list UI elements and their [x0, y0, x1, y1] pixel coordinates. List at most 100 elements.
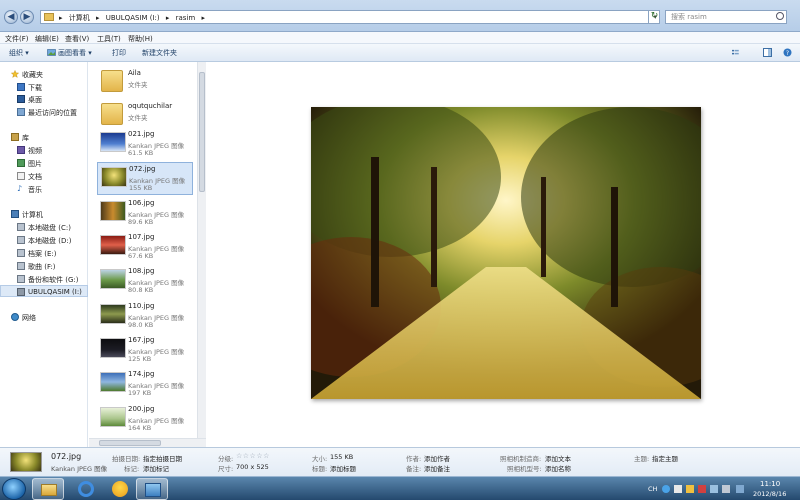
- nav-drive-d[interactable]: 本地磁盘 (D:): [0, 234, 88, 246]
- keyboard-icon[interactable]: [674, 485, 682, 493]
- scrollbar-thumb[interactable]: [99, 440, 161, 446]
- new-folder-button[interactable]: 新建文件夹: [142, 48, 177, 58]
- nav-documents[interactable]: 文档: [0, 170, 88, 182]
- nav-label: 文档: [28, 173, 42, 181]
- organize-button[interactable]: 组织 ▾: [9, 48, 29, 58]
- forward-button[interactable]: ▶: [20, 10, 34, 24]
- breadcrumb-drive[interactable]: UBULQASIM (I:): [106, 14, 160, 22]
- file-size: 125 KB: [128, 355, 152, 363]
- nav-videos[interactable]: 视频: [0, 144, 88, 156]
- menu-edit[interactable]: 编辑(E): [35, 34, 59, 44]
- list-item[interactable]: 072.jpg Kankan JPEG 图像 155 KB: [97, 162, 193, 195]
- list-item[interactable]: 106.jpg Kankan JPEG 图像 89.6 KB: [97, 197, 193, 230]
- comments-value[interactable]: 添加备注: [424, 463, 450, 473]
- file-name: 200.jpg: [128, 405, 155, 413]
- nav-label: 计算机: [22, 211, 43, 219]
- tags-label: 标记:: [124, 465, 140, 473]
- list-item[interactable]: 108.jpg Kankan JPEG 图像 80.8 KB: [97, 265, 193, 298]
- search-input[interactable]: 搜索 rasim: [665, 10, 787, 24]
- nav-label: 音乐: [28, 186, 42, 194]
- author-value[interactable]: 添加作者: [424, 453, 450, 463]
- menu-file[interactable]: 文件(F): [5, 34, 29, 44]
- input-language[interactable]: CH: [648, 485, 657, 493]
- nav-drive-i[interactable]: UBULQASIM (I:): [0, 285, 88, 297]
- rating-label: 分级:: [218, 455, 234, 463]
- nav-music[interactable]: ♪ 音乐: [0, 183, 88, 195]
- action-center-icon[interactable]: [736, 485, 744, 493]
- preview-button[interactable]: 画图看看 ▾: [58, 48, 92, 58]
- tray-app-icon[interactable]: [686, 485, 694, 493]
- nav-desktop[interactable]: 桌面: [0, 93, 88, 105]
- folder-icon: [101, 70, 123, 92]
- drive-icon: [17, 223, 25, 231]
- author-label: 作者:: [406, 455, 422, 463]
- menu-help[interactable]: 帮助(H): [128, 34, 153, 44]
- svg-text:?: ?: [786, 50, 789, 57]
- list-item[interactable]: 200.jpg Kankan JPEG 图像 164 KB: [97, 403, 193, 436]
- dimensions-value: 700 x 525: [236, 463, 269, 471]
- vertical-scrollbar[interactable]: [197, 62, 206, 438]
- network-status-icon[interactable]: [710, 485, 718, 493]
- nav-libraries[interactable]: 库: [0, 131, 88, 143]
- date-taken-value[interactable]: 指定拍摄日期: [143, 453, 182, 463]
- nav-drive-e[interactable]: 档案 (E:): [0, 247, 88, 259]
- start-button[interactable]: [2, 478, 26, 500]
- file-name: 110.jpg: [128, 302, 155, 310]
- nav-favorites[interactable]: 收藏夹: [0, 68, 88, 80]
- preview-pane-icon[interactable]: [763, 48, 772, 57]
- clock-date[interactable]: 2012/8/16: [753, 490, 786, 498]
- clock-time[interactable]: 11:10: [760, 480, 780, 488]
- address-bar[interactable]: ▸ 计算机 ▸ UBULQASIM (I:) ▸ rasim ▸ ▾: [40, 10, 660, 24]
- horizontal-scrollbar[interactable]: [89, 438, 206, 447]
- nav-recent[interactable]: 最近访问的位置: [0, 106, 88, 118]
- taskbar-qq[interactable]: [104, 478, 136, 500]
- title-value[interactable]: 添加标题: [330, 463, 356, 473]
- rating-stars[interactable]: ☆☆☆☆☆: [236, 452, 270, 460]
- list-item[interactable]: 107.jpg Kankan JPEG 图像 67.6 KB: [97, 231, 193, 264]
- security-icon[interactable]: [698, 485, 706, 493]
- nav-drive-c[interactable]: 本地磁盘 (C:): [0, 221, 88, 233]
- view-options-icon[interactable]: [732, 48, 741, 57]
- menu-view[interactable]: 查看(V): [65, 34, 89, 44]
- taskbar-ie[interactable]: [70, 478, 102, 500]
- nav-drive-f[interactable]: 歌曲 (F:): [0, 260, 88, 272]
- nav-download[interactable]: 下载: [0, 81, 88, 93]
- details-pane: 072.jpg Kankan JPEG 图像 拍摄日期: 指定拍摄日期 标记: …: [0, 447, 800, 476]
- command-bar: 组织 ▾ 画图看看 ▾ 打印 新建文件夹 ?: [0, 44, 800, 62]
- document-icon: [17, 172, 25, 180]
- nav-pictures[interactable]: 图片: [0, 157, 88, 169]
- camera-model-value[interactable]: 添加名称: [545, 463, 571, 473]
- ime-icon[interactable]: [662, 485, 670, 493]
- list-item[interactable]: 174.jpg Kankan JPEG 图像 197 KB: [97, 368, 193, 401]
- drive-icon: [17, 249, 25, 257]
- scrollbar-thumb[interactable]: [199, 72, 205, 192]
- list-item[interactable]: Aila 文件夹: [97, 67, 193, 100]
- nav-computer[interactable]: 计算机: [0, 208, 88, 220]
- list-item[interactable]: 110.jpg Kankan JPEG 图像 98.0 KB: [97, 300, 193, 333]
- camera-maker-value[interactable]: 添加文本: [545, 453, 571, 463]
- subject-value[interactable]: 指定主题: [652, 453, 678, 463]
- taskbar-explorer[interactable]: [32, 478, 64, 500]
- nav-network[interactable]: 网络: [0, 311, 88, 323]
- image-thumbnail: [100, 304, 126, 324]
- image-thumbnail: [100, 338, 126, 358]
- print-button[interactable]: 打印: [112, 48, 126, 58]
- breadcrumb-computer[interactable]: 计算机: [69, 14, 90, 22]
- breadcrumb-folder[interactable]: rasim: [176, 14, 196, 22]
- nav-drive-g[interactable]: 备份和软件 (G:): [0, 273, 88, 285]
- ie-icon: [78, 481, 94, 497]
- file-type: 文件夹: [128, 81, 148, 89]
- file-name: 174.jpg: [128, 370, 155, 378]
- breadcrumb: ▸ 计算机 ▸ UBULQASIM (I:) ▸ rasim ▸: [59, 13, 209, 23]
- taskbar-image-viewer[interactable]: [136, 478, 168, 500]
- tags-value[interactable]: 添加标记: [143, 463, 169, 473]
- nav-label: 备份和软件 (G:): [28, 276, 79, 284]
- help-icon[interactable]: ?: [783, 48, 792, 57]
- nav-label: 本地磁盘 (C:): [28, 224, 71, 232]
- list-item[interactable]: 167.jpg Kankan JPEG 图像 125 KB: [97, 334, 193, 367]
- list-item[interactable]: 021.jpg Kankan JPEG 图像 61.5 KB: [97, 128, 193, 161]
- menu-tools[interactable]: 工具(T): [97, 34, 121, 44]
- back-button[interactable]: ◀: [4, 10, 18, 24]
- refresh-button[interactable]: ↻: [648, 10, 660, 24]
- volume-icon[interactable]: [722, 485, 730, 493]
